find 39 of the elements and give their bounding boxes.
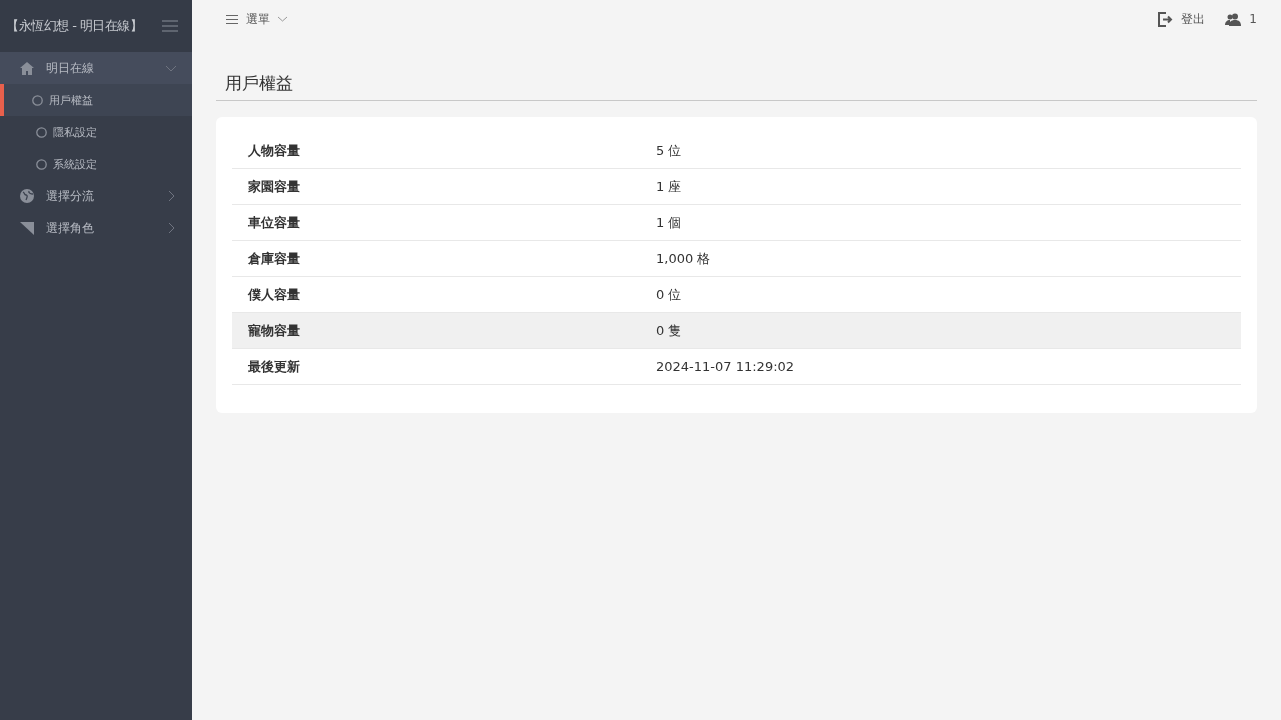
flag-icon: [20, 221, 34, 235]
table-cell: 1,000 格: [656, 249, 711, 268]
globe-icon: [20, 189, 34, 203]
table-cell: 5 位: [656, 141, 682, 160]
logout-button[interactable]: 登出: [1158, 10, 1206, 28]
circle-icon: [36, 158, 47, 170]
menu-dropdown[interactable]: 選單: [216, 10, 287, 28]
chevron-right-icon: [166, 191, 176, 201]
menu-icon[interactable]: [162, 20, 178, 32]
nav-item[interactable]: 選擇角色: [0, 212, 192, 244]
table-cell: 0 隻: [656, 321, 682, 340]
table-cell-text: 倉庫容量: [247, 249, 301, 268]
nav-item[interactable]: 選擇分流: [0, 180, 192, 212]
table-cell-text: 人物容量: [247, 141, 301, 160]
app-title: 【永恆幻想 - 明日在線】: [6, 17, 143, 35]
table-cell: 2024-11-07 11:29:02: [656, 359, 795, 374]
circle-icon: [36, 126, 47, 138]
users-button[interactable]: 1: [1225, 10, 1257, 28]
table-cell: 1 個: [656, 213, 682, 232]
circle-icon: [32, 94, 43, 106]
caret-icon: [278, 16, 287, 22]
nav-item[interactable]: 明日在線: [0, 52, 192, 84]
table-cell: 0 位: [656, 285, 682, 304]
menu-icon: [226, 14, 238, 24]
table-cell-text: 最後更新: [247, 357, 301, 376]
table-cell-text: 僕人容量: [246, 285, 301, 304]
table-cell-text: 家園容量: [247, 177, 301, 196]
page-title: 用戶權益: [216, 72, 1257, 101]
table-cell: 1 座: [656, 177, 682, 196]
home-icon: [20, 61, 34, 75]
nav-subitem[interactable]: 隱私設定: [0, 116, 192, 148]
chevron-right-icon: [166, 223, 176, 233]
nav-subitem[interactable]: 用戶權益: [0, 84, 192, 116]
nav-subitem[interactable]: 系統設定: [0, 148, 192, 180]
table-cell-text: 寵物容量: [247, 321, 301, 340]
chevron-down-icon: [166, 63, 176, 73]
logout-icon: [1158, 11, 1174, 27]
users-icon: [1225, 12, 1242, 26]
table-cell-text: 車位容量: [247, 213, 301, 232]
